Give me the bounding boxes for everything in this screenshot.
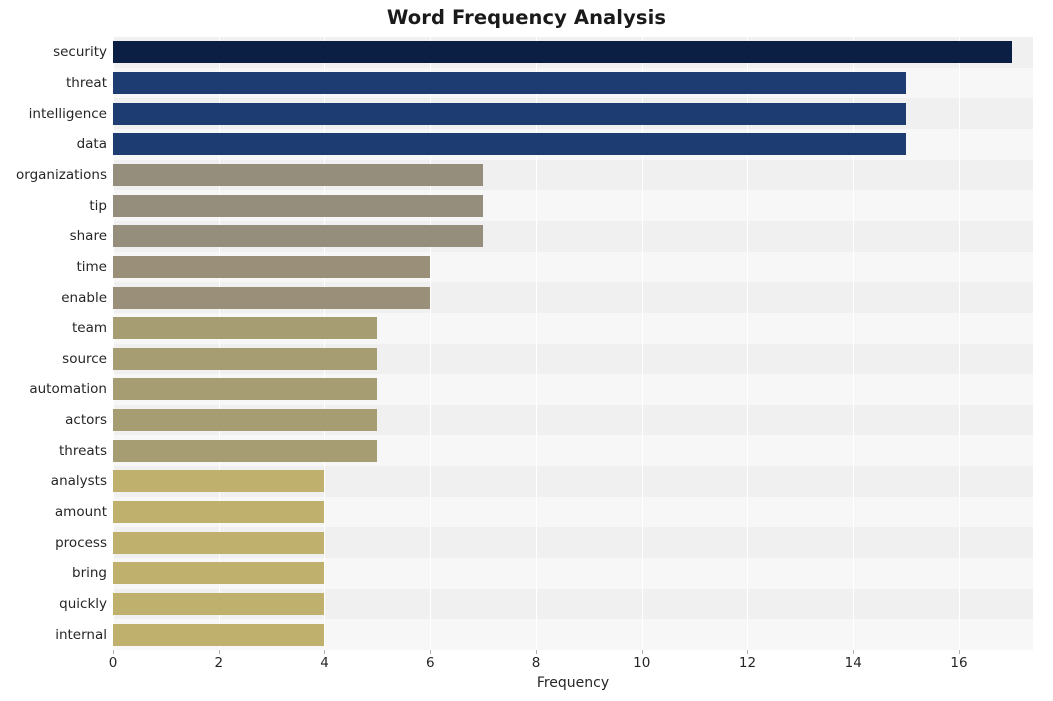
y-axis-tick-label: quickly: [59, 596, 107, 613]
x-axis-tick-mark: [747, 650, 749, 654]
y-axis-tick-label: time: [76, 258, 107, 275]
x-axis-ticks: 0 2 4 6 8 10 12 14 16: [109, 650, 1033, 672]
bar: [113, 71, 907, 94]
x-axis-tick-label: 0: [108, 655, 118, 671]
y-axis-tick-label: tip: [89, 197, 107, 214]
y-axis-tick-label: process: [55, 534, 107, 551]
x-axis-tick-mark: [324, 650, 326, 654]
y-axis-tick-label: team: [71, 320, 107, 337]
bar: [113, 255, 431, 278]
x-axis-tick-mark: [853, 650, 855, 654]
bar: [113, 409, 378, 432]
bar: [113, 225, 484, 248]
x-axis-tick-mark: [958, 650, 960, 654]
x-axis-tick-mark: [535, 650, 537, 654]
bar: [113, 102, 907, 125]
y-axis-tick-label: share: [69, 228, 107, 245]
y-axis-tick-label: amount: [54, 504, 107, 521]
bar: [113, 194, 484, 217]
x-axis-tick-mark: [641, 650, 643, 654]
bar: [113, 623, 325, 646]
y-axis-tick-label: security: [53, 44, 107, 61]
x-axis-tick-mark: [430, 650, 432, 654]
bar: [113, 347, 378, 370]
x-axis-tick-label: 14: [844, 655, 862, 671]
y-axis-tick-label: threat: [66, 74, 107, 91]
bar: [113, 593, 325, 616]
x-axis-tick-mark: [113, 650, 114, 654]
x-axis-tick-label: 2: [214, 655, 224, 671]
bar: [113, 41, 1012, 64]
x-axis-tick-label: 4: [320, 655, 329, 671]
y-axis-tick-label: threats: [58, 442, 107, 459]
bar: [113, 531, 325, 554]
bar: [113, 317, 378, 340]
y-axis-tick-label: actors: [65, 412, 107, 429]
y-axis-tick-label: intelligence: [28, 105, 107, 122]
y-axis-tick-label: organizations: [16, 166, 107, 183]
y-axis-tick-label: bring: [72, 565, 107, 582]
bar: [113, 439, 378, 462]
chart-title: Word Frequency Analysis: [386, 6, 667, 29]
y-axis-tick-label: internal: [55, 626, 107, 643]
bar: [113, 133, 907, 156]
y-axis-tick-label: analysts: [50, 473, 107, 490]
bar: [113, 562, 325, 585]
x-axis-tick-label: 16: [950, 655, 968, 671]
bar: [113, 470, 325, 493]
bar: [113, 378, 378, 401]
y-axis-tick-label: enable: [61, 289, 107, 306]
x-axis-tick-mark: [218, 650, 220, 654]
bar: [113, 163, 484, 186]
x-axis-tick-label: 6: [425, 655, 435, 671]
word-frequency-chart: Word Frequency Analysis security threat in…: [0, 0, 1053, 701]
y-axis-tick-label: automation: [29, 381, 107, 398]
bar: [113, 286, 431, 309]
x-axis-tick-label: 8: [531, 655, 541, 671]
bar: [113, 501, 325, 524]
x-axis-tick-label: 10: [633, 655, 651, 671]
plot-area: [113, 37, 1033, 650]
y-axis-labels: security threat intelligence data organizati…: [0, 37, 107, 650]
x-axis-tick-label: 12: [738, 655, 757, 671]
y-axis-tick-label: source: [62, 350, 107, 367]
x-axis-title: Frequency: [536, 675, 610, 691]
y-axis-tick-label: data: [76, 136, 107, 153]
bar-series: [113, 37, 1033, 650]
